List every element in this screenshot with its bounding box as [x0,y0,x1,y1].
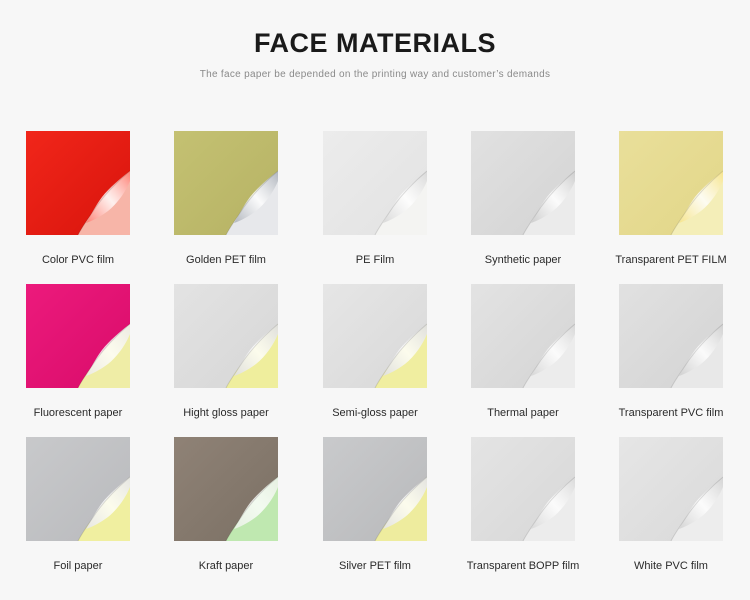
material-swatch-image [174,437,278,541]
material-label: Transparent BOPP film [466,560,580,572]
material-label: Kraft paper [198,560,254,572]
page-title: FACE MATERIALS [254,28,496,58]
material-swatch-image [471,131,575,235]
material-label: PE Film [355,254,395,266]
material-card[interactable]: Transparent PET FILM [606,131,736,266]
page-subtitle: The face paper be depended on the printi… [199,69,551,80]
material-card[interactable]: Synthetic paper [458,131,588,266]
material-card[interactable]: Semi-gloss paper [310,284,440,419]
material-label: Transparent PVC film [618,407,724,419]
material-card[interactable]: Silver PET film [310,437,440,572]
material-label: Transparent PET FILM [615,254,727,266]
material-label: Golden PET film [186,254,266,266]
material-label: Synthetic paper [484,254,562,266]
material-swatch-image [619,284,723,388]
material-card[interactable]: Transparent BOPP film [458,437,588,572]
material-swatch-image [323,284,427,388]
material-card[interactable]: Thermal paper [458,284,588,419]
material-swatch-image [471,284,575,388]
material-card[interactable]: Color PVC film [13,131,143,266]
material-swatch-image [619,131,723,235]
material-swatch-image [323,131,427,235]
material-label: Thermal paper [487,407,559,419]
material-label: Fluorescent paper [33,407,123,419]
material-label: Hight gloss paper [183,407,269,419]
material-card[interactable]: Hight gloss paper [161,284,291,419]
material-card[interactable]: Transparent PVC film [606,284,736,419]
material-card[interactable]: Foil paper [13,437,143,572]
material-swatch-image [174,284,278,388]
materials-row: Fluorescent paper Hight gloss paper Semi… [0,284,750,437]
material-card[interactable]: Fluorescent paper [13,284,143,419]
materials-row: Color PVC film Golden PET film PE Film S… [0,131,750,284]
material-label: Semi-gloss paper [332,407,418,419]
material-card[interactable]: Golden PET film [161,131,291,266]
material-card[interactable]: PE Film [310,131,440,266]
material-swatch-image [323,437,427,541]
material-swatch-image [471,437,575,541]
materials-grid: Color PVC film Golden PET film PE Film S… [0,131,750,590]
material-swatch-image [26,437,130,541]
material-label: White PVC film [634,560,708,572]
material-swatch-image [174,131,278,235]
material-swatch-image [619,437,723,541]
materials-row: Foil paper Kraft paper Silver PET film T… [0,437,750,590]
material-swatch-image [26,284,130,388]
material-card[interactable]: White PVC film [606,437,736,572]
material-label: Silver PET film [339,560,411,572]
material-label: Foil paper [53,560,103,572]
material-card[interactable]: Kraft paper [161,437,291,572]
material-swatch-image [26,131,130,235]
material-label: Color PVC film [41,254,115,266]
